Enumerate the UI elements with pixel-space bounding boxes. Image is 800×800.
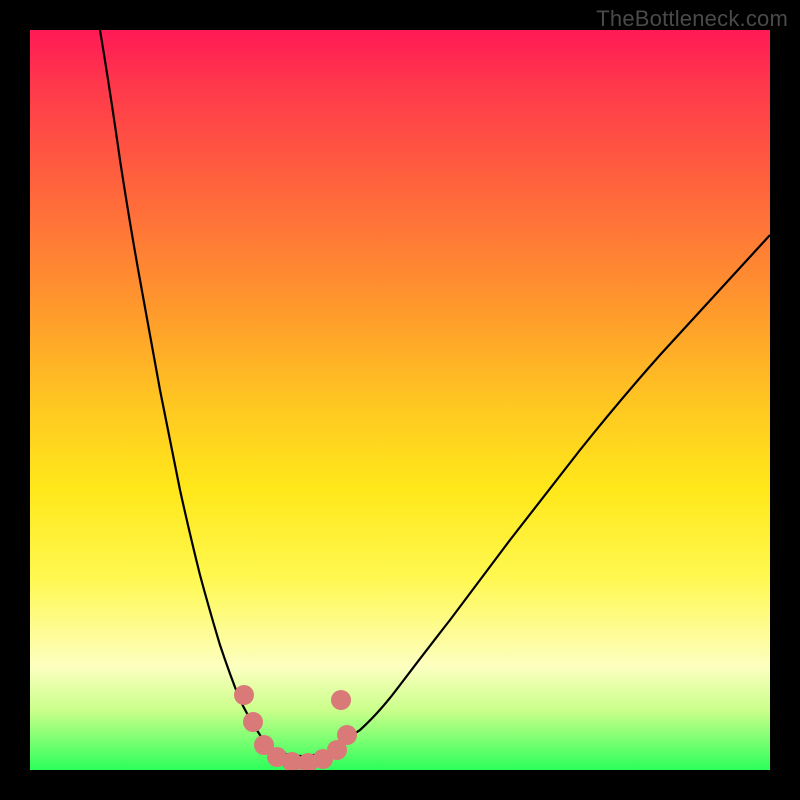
- plot-area: [30, 30, 770, 770]
- left-curve: [100, 30, 275, 750]
- curves-svg: [30, 30, 770, 770]
- chart-frame: TheBottleneck.com: [0, 0, 800, 800]
- right-curve: [330, 235, 770, 750]
- bottom-markers: [234, 685, 357, 770]
- watermark-text: TheBottleneck.com: [596, 6, 788, 32]
